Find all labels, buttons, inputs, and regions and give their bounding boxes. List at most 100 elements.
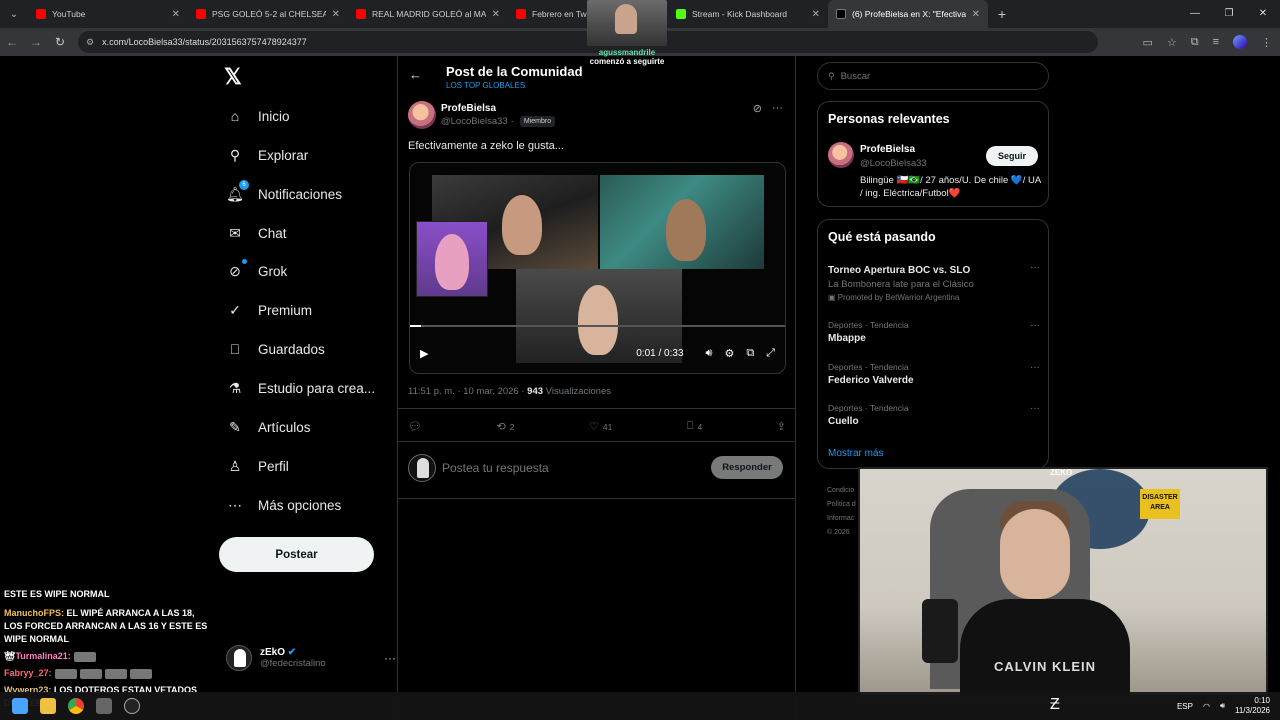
x-logo-icon[interactable]: 𝕏 — [224, 64, 242, 90]
footer-link[interactable]: Condicio — [827, 484, 856, 498]
reload-icon[interactable]: ↻ — [48, 35, 72, 49]
close-icon[interactable]: ✕ — [172, 9, 180, 20]
more-icon[interactable]: ··· — [1030, 403, 1040, 414]
follower-name: agussmandrile — [598, 48, 656, 57]
trend-item[interactable]: Deportes · Tendencia Cuello ··· — [828, 403, 1040, 427]
menu-icon[interactable]: ⋮ — [1261, 36, 1272, 49]
bookmark-button[interactable]: ⎕ 4 — [687, 420, 702, 433]
wifi-icon[interactable]: ◠ — [1203, 702, 1210, 711]
avatar[interactable] — [408, 101, 436, 129]
forward-icon[interactable]: → — [24, 35, 48, 49]
more-icon[interactable]: ··· — [1030, 262, 1040, 273]
tab-search-button[interactable]: ⌄ — [0, 0, 28, 28]
close-window-icon[interactable]: ✕ — [1246, 0, 1280, 28]
more-icon[interactable]: ··· — [1030, 362, 1040, 373]
more-icon[interactable]: ··· — [1030, 320, 1040, 331]
close-icon[interactable]: ✕ — [332, 9, 340, 20]
reply-input[interactable]: Postea tu respuesta — [442, 461, 549, 475]
volume-icon[interactable]: 🔊︎ — [706, 347, 713, 360]
search-input[interactable]: ⚲ Buscar — [817, 62, 1049, 90]
grok-icon[interactable]: ⊘ — [753, 102, 762, 115]
person-name[interactable]: ProfeBielsa — [860, 144, 915, 155]
kick-tray-icon[interactable]: Ƶ — [1050, 696, 1060, 714]
footer-link[interactable]: Política d — [827, 498, 856, 512]
trend-item[interactable]: Torneo Apertura BOC vs. SLO La Bombonera… — [828, 262, 1040, 302]
nav-grok[interactable]: ⊘ Grok — [226, 256, 287, 286]
like-button[interactable]: ♡ 41 — [589, 420, 612, 433]
post-button[interactable]: Postear — [219, 537, 374, 572]
trend-item[interactable]: Deportes · Tendencia Mbappe ··· — [828, 320, 1040, 344]
author-handle-row: @LocoBielsa33 · Miembro — [441, 116, 556, 127]
fullscreen-icon[interactable]: ⤢ — [766, 347, 775, 360]
nav-home[interactable]: ⌂ Inicio — [226, 101, 290, 131]
minimize-icon[interactable]: — — [1178, 0, 1212, 28]
volume-icon[interactable]: 🔊︎ — [1220, 701, 1225, 711]
author-handle[interactable]: @LocoBielsa33 — [441, 116, 508, 127]
close-icon[interactable]: ✕ — [972, 9, 980, 20]
tab-4[interactable]: Stream - Kick Dashboard ✕ — [668, 0, 828, 28]
new-tab-button[interactable]: + — [988, 6, 1016, 22]
obs-icon[interactable] — [124, 698, 140, 714]
search-icon: ⚲ — [229, 146, 241, 163]
left-nav: 𝕏 ⌂ Inicio ⚲ Explorar 🔔︎ 6 Notificaciones ✉ C… — [218, 56, 396, 720]
reply-button[interactable]: 💬︎ — [408, 420, 422, 433]
lang-indicator[interactable]: ESP — [1177, 702, 1193, 711]
site-info-icon[interactable]: ⚙ — [86, 37, 94, 48]
tab-5[interactable]: (6) ProfeBielsa en X: "Efectivame ✕ — [828, 0, 988, 28]
windows-icon[interactable] — [12, 698, 28, 714]
video-player[interactable]: ▶ 0:01 / 0:33 🔊︎ ⚙ ⧉ ⤢ — [409, 162, 786, 374]
restore-icon[interactable]: ❐ — [1212, 0, 1246, 28]
cast-icon[interactable]: ▭ — [1142, 36, 1152, 49]
emote-icon — [104, 668, 127, 679]
nav-creator-studio[interactable]: ⚗ Estudio para crea... — [226, 373, 375, 403]
nav-label: Premium — [258, 302, 313, 318]
video-progress-bar[interactable] — [410, 325, 785, 327]
chrome-icon[interactable] — [68, 698, 84, 714]
nav-bookmarks[interactable]: ⎕ Guardados — [226, 334, 325, 364]
clock[interactable]: 0:10 11/3/2026 — [1235, 696, 1270, 716]
nav-articles[interactable]: ✎ Artículos — [226, 412, 310, 442]
share-button[interactable]: ⇪ — [777, 420, 786, 433]
trending-card: Qué está pasando Torneo Apertura BOC vs.… — [817, 219, 1049, 469]
trend-item[interactable]: Deportes · Tendencia Federico Valverde ·… — [828, 362, 1040, 386]
bookmark-icon: ⎕ — [686, 420, 694, 432]
pip-icon[interactable]: ⧉ — [746, 347, 754, 360]
nav-more[interactable]: ⋯ Más opciones — [226, 490, 341, 520]
tab-2[interactable]: REAL MADRID GOLEÓ al MAN ✕ — [348, 0, 508, 28]
tab-0[interactable]: YouTube ✕ — [28, 0, 188, 28]
follow-button[interactable]: Seguir — [986, 146, 1038, 166]
folder-icon[interactable] — [40, 698, 56, 714]
trend-context: Deportes · Tendencia — [828, 320, 909, 330]
nav-label: Grok — [258, 263, 288, 279]
media-icon[interactable]: ≡ — [1213, 36, 1219, 48]
profile-avatar[interactable] — [1233, 35, 1247, 49]
author-name[interactable]: ProfeBielsa — [441, 103, 496, 114]
bookmark-star-icon[interactable]: ☆ — [1167, 36, 1177, 49]
crown-icon: 👑︎ — [4, 651, 16, 661]
more-icon[interactable]: ··· — [772, 102, 783, 115]
nav-profile[interactable]: ♙ Perfil — [226, 451, 289, 481]
timestamp[interactable]: 11:51 p. m. · 10 mar. 2026 · — [408, 386, 525, 397]
nav-chat[interactable]: ✉ Chat — [226, 218, 286, 248]
more-icon[interactable]: ··· — [384, 651, 396, 665]
close-icon[interactable]: ✕ — [812, 9, 820, 20]
extensions-icon[interactable]: ⧉ — [1191, 36, 1199, 49]
footer-link[interactable]: Informac — [827, 512, 856, 526]
retweet-button[interactable]: ⟲ 2 — [497, 420, 515, 433]
play-icon[interactable]: ▶ — [420, 347, 428, 360]
nav-explore[interactable]: ⚲ Explorar — [226, 140, 308, 170]
account-switcher[interactable]: zEkO ✔ @fedecristalino ··· — [226, 642, 396, 674]
flask-icon: ⚗ — [228, 379, 242, 396]
close-icon[interactable]: ✕ — [492, 9, 500, 20]
community-link[interactable]: LOS TOP GLOBALES — [446, 81, 525, 90]
back-arrow-icon[interactable]: ← — [409, 67, 422, 82]
app-icon[interactable] — [96, 698, 112, 714]
back-icon[interactable]: ← — [0, 35, 24, 49]
settings-icon[interactable]: ⚙ — [724, 347, 734, 360]
nav-notifications[interactable]: 🔔︎ 6 Notificaciones — [226, 179, 342, 209]
reply-submit-button[interactable]: Responder — [711, 456, 783, 479]
avatar[interactable] — [828, 142, 854, 168]
tab-1[interactable]: PSG GOLEÓ 5-2 al CHELSEA en ✕ — [188, 0, 348, 28]
nav-premium[interactable]: ✓ Premium — [226, 295, 312, 325]
show-more-link[interactable]: Mostrar más — [828, 448, 884, 459]
